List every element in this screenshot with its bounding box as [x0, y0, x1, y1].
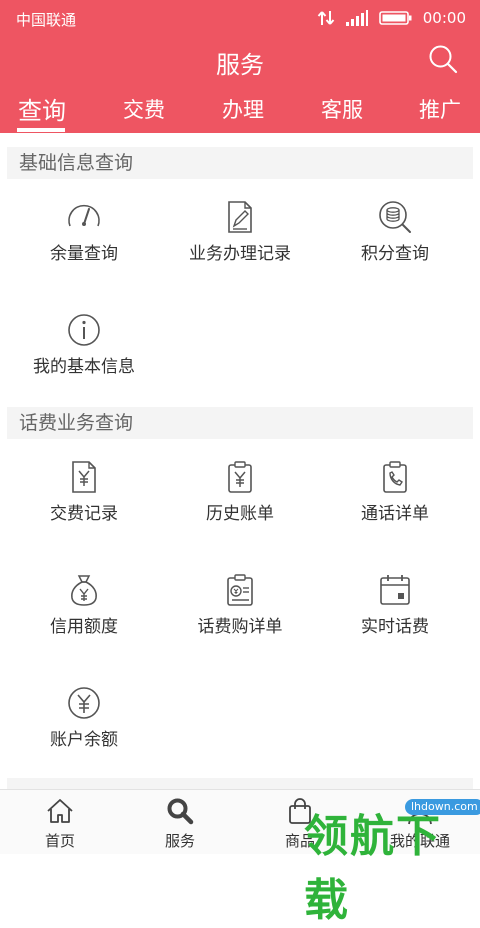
- clock-time: 00:00: [422, 9, 466, 27]
- tab-bar: 查询 交费 办理 客服 推广: [0, 90, 480, 133]
- phone-clipboard-icon: [383, 461, 407, 493]
- grid-item-call-details[interactable]: 通话详单: [315, 459, 475, 559]
- carrier-name: 中国联通: [16, 11, 77, 29]
- document-edit-icon: [228, 201, 252, 233]
- money-bag-icon: [71, 575, 97, 606]
- grid-item-credit-limit[interactable]: 信用额度: [4, 572, 164, 672]
- watermark-site: lhdown.com: [405, 799, 480, 815]
- watermark-logo: 领航下载 lhdown.com: [300, 796, 480, 926]
- grid-item-label: 账户余额: [50, 730, 118, 750]
- section-header-partial: [7, 778, 473, 789]
- grid-item-label: 交费记录: [50, 504, 118, 524]
- page-title: 服务: [216, 51, 264, 79]
- status-indicators: 00:00: [317, 6, 466, 30]
- active-tab-indicator: [17, 128, 65, 132]
- search-button[interactable]: [428, 44, 458, 74]
- service-list: 基础信息查询 余量查询 业务办理记录 积分查询 我的基本信息 话费业务查询 交费…: [0, 133, 480, 789]
- grid-item-label: 业务办理记录: [189, 244, 291, 264]
- calendar-icon: [380, 575, 410, 605]
- tab-promotion[interactable]: 推广: [419, 94, 461, 124]
- watermark-text: 领航下载: [304, 811, 442, 926]
- battery-icon: [378, 11, 412, 25]
- grid-item-realtime-charges[interactable]: 实时话费: [315, 572, 475, 672]
- grid-item-label: 历史账单: [206, 504, 274, 524]
- search-icon: [167, 798, 194, 825]
- tab-handle[interactable]: 办理: [222, 94, 264, 124]
- tab-customer-service[interactable]: 客服: [321, 94, 363, 124]
- grid-item-label: 我的基本信息: [33, 357, 135, 377]
- data-transfer-icon: [317, 11, 335, 25]
- grid-item-bill-purchase-details[interactable]: 话费购详单: [160, 572, 320, 672]
- status-bar: 中国联通 00:00: [0, 0, 480, 36]
- grid-item-label: 余量查询: [50, 244, 118, 264]
- info-icon: [68, 314, 100, 346]
- grid-item-label: 话费购详单: [197, 617, 283, 637]
- section-header-billing: 话费业务查询: [7, 407, 473, 439]
- grid-item-label: 信用额度: [50, 617, 118, 637]
- coins-search-icon: [379, 201, 411, 233]
- app-header: 中国联通 00:00 服务 查询 交费 办理 客服 推广: [0, 0, 480, 133]
- grid-item-history-bills[interactable]: 历史账单: [160, 459, 320, 559]
- grid-item-account-balance[interactable]: 账户余额: [4, 685, 164, 785]
- grid-item-label: 通话详单: [361, 504, 429, 524]
- grid-item-payment-records[interactable]: 交费记录: [4, 459, 164, 559]
- tab-query[interactable]: 查询: [18, 91, 66, 126]
- grid-item-label: 积分查询: [361, 244, 429, 264]
- nav-service[interactable]: 服务: [120, 794, 240, 854]
- bill-clipboard-icon: [227, 574, 253, 606]
- grid-item-balance-query[interactable]: 余量查询: [4, 199, 164, 299]
- search-icon: [429, 45, 458, 74]
- yen-clipboard-icon: [228, 461, 252, 493]
- grid-item-service-records[interactable]: 业务办理记录: [160, 199, 320, 299]
- tab-payment[interactable]: 交费: [123, 94, 165, 124]
- yen-circle-icon: [68, 687, 100, 719]
- nav-label: 首页: [44, 832, 75, 850]
- nav-label: 服务: [164, 832, 195, 850]
- section-header-basic-info: 基础信息查询: [7, 147, 473, 179]
- grid-item-basic-info[interactable]: 我的基本信息: [4, 312, 164, 412]
- signal-icon: [345, 10, 368, 26]
- grid-item-label: 实时话费: [361, 617, 429, 637]
- nav-home[interactable]: 首页: [0, 794, 120, 854]
- home-icon: [47, 799, 73, 823]
- yen-document-icon: [72, 461, 96, 493]
- grid-item-points-query[interactable]: 积分查询: [315, 199, 475, 299]
- gauge-icon: [68, 204, 100, 227]
